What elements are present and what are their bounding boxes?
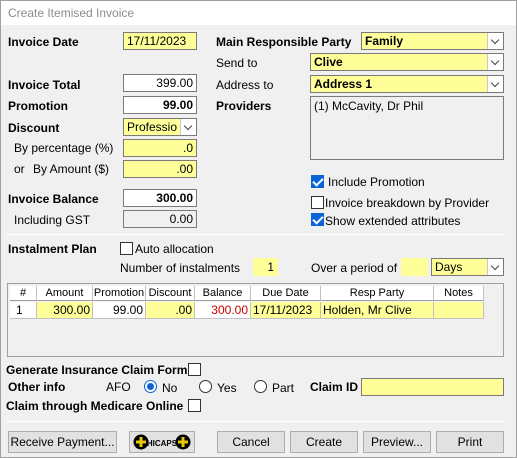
window-title: Create Itemised Invoice (1, 1, 516, 25)
afo-label: AFO (106, 380, 131, 394)
column-header[interactable]: Due Date (251, 286, 321, 301)
by-percentage-field[interactable]: .0 (123, 139, 197, 157)
column-header[interactable]: Notes (434, 286, 484, 301)
by-amount-field[interactable]: .00 (123, 160, 197, 178)
invoice-balance-label: Invoice Balance (8, 192, 99, 206)
by-amount-label: By Amount ($) (33, 162, 110, 176)
providers-list[interactable]: (1) McCavity, Dr Phil (310, 96, 504, 160)
medicare-online-checkbox[interactable] (188, 399, 201, 412)
main-party-value: Family (365, 34, 404, 48)
claim-id-label: Claim ID (310, 380, 359, 394)
promotion-label: Promotion (8, 99, 68, 113)
row-number-cell[interactable]: 1 (10, 302, 37, 319)
list-item[interactable]: (1) McCavity, Dr Phil (314, 99, 500, 113)
afo-part-radio[interactable] (254, 380, 267, 393)
create-button[interactable]: Create (290, 431, 358, 453)
send-to-label: Send to (216, 56, 258, 70)
period-unit-dropdown[interactable]: Days (431, 258, 504, 276)
include-promotion-checkbox[interactable] (311, 175, 324, 188)
period-unit-value: Days (435, 260, 463, 274)
chevron-down-icon[interactable] (487, 54, 503, 70)
breakdown-by-provider-checkbox[interactable] (311, 196, 324, 209)
column-header[interactable]: Balance (195, 286, 251, 301)
instalment-table: # Amount Promotion Discount Balance Due … (7, 283, 504, 357)
afo-no-label: No (162, 381, 178, 395)
period-field[interactable] (401, 258, 428, 276)
hicaps-logo: HICAPS (133, 434, 191, 450)
address-to-dropdown[interactable]: Address 1 (310, 75, 504, 93)
invoice-date-field[interactable]: 17/11/2023 (123, 32, 197, 50)
or-label: or (14, 162, 25, 176)
number-of-instalments-label: Number of instalments (120, 261, 241, 275)
breakdown-by-provider-label: Invoice breakdown by Provider (325, 196, 490, 210)
invoice-date-label: Invoice Date (8, 35, 79, 49)
promotion-cell[interactable]: 99.00 (93, 302, 146, 319)
address-to-value: Address 1 (314, 77, 373, 91)
due-date-cell[interactable]: 17/11/2023 (251, 302, 321, 319)
promotion-field[interactable]: 99.00 (123, 96, 197, 114)
print-button[interactable]: Print (436, 431, 504, 453)
afo-yes-radio[interactable] (199, 380, 212, 393)
main-party-dropdown[interactable]: Family (361, 32, 504, 50)
column-header[interactable]: Promotion (93, 286, 146, 301)
medicare-online-label: Claim through Medicare Online (6, 399, 184, 413)
include-promotion-label: Include Promotion (328, 175, 425, 189)
discount-label: Discount (8, 121, 60, 135)
invoice-balance-field[interactable]: 300.00 (123, 189, 197, 207)
column-header[interactable]: Amount (37, 286, 93, 301)
by-percentage-label: By percentage (%) (14, 141, 114, 155)
auto-allocation-label: Auto allocation (135, 242, 214, 256)
generate-claim-checkbox[interactable] (188, 363, 201, 376)
preview-button[interactable]: Preview... (363, 431, 431, 453)
chevron-down-icon[interactable] (180, 119, 196, 135)
show-extended-label: Show extended attributes (325, 214, 461, 228)
notes-cell[interactable] (434, 302, 484, 319)
main-party-label: Main Responsible Party (216, 35, 352, 49)
providers-label: Providers (216, 99, 272, 113)
discount-value: Professio (127, 120, 178, 134)
chevron-down-icon[interactable] (487, 76, 503, 92)
hicaps-logo-text: HICAPS (147, 439, 178, 448)
chevron-down-icon[interactable] (487, 259, 503, 275)
other-info-label: Other info (8, 380, 66, 394)
afo-yes-label: Yes (217, 381, 237, 395)
generate-claim-label: Generate Insurance Claim Form (6, 363, 188, 377)
send-to-dropdown[interactable]: Clive (310, 53, 504, 71)
divider (6, 421, 506, 422)
claim-id-field[interactable] (361, 378, 504, 396)
divider (6, 234, 506, 235)
receive-payment-button[interactable]: Receive Payment... (8, 431, 117, 453)
create-invoice-window: Create Itemised Invoice Invoice Date 17/… (0, 0, 517, 458)
auto-allocation-checkbox[interactable] (120, 242, 133, 255)
hicaps-button[interactable]: HICAPS (129, 431, 195, 453)
cancel-button[interactable]: Cancel (217, 431, 285, 453)
chevron-down-icon[interactable] (487, 33, 503, 49)
invoice-total-label: Invoice Total (8, 78, 81, 92)
number-of-instalments-field[interactable]: 1 (253, 258, 278, 276)
column-header[interactable]: Resp Party (321, 286, 434, 301)
invoice-total-field[interactable]: 399.00 (123, 74, 197, 92)
balance-cell[interactable]: 300.00 (195, 302, 251, 319)
period-label: Over a period of (311, 261, 398, 275)
address-to-label: Address to (216, 78, 274, 92)
resp-party-cell[interactable]: Holden, Mr Clive (321, 302, 434, 319)
discount-dropdown[interactable]: Professio (123, 118, 197, 136)
including-gst-label: Including GST (14, 213, 91, 227)
discount-cell[interactable]: .00 (146, 302, 195, 319)
show-extended-checkbox[interactable] (311, 213, 324, 226)
instalment-plan-label: Instalment Plan (8, 242, 97, 256)
afo-part-label: Part (272, 381, 295, 395)
send-to-value: Clive (314, 55, 343, 69)
amount-cell[interactable]: 300.00 (37, 302, 93, 319)
including-gst-field: 0.00 (123, 210, 197, 228)
afo-no-radio[interactable] (144, 380, 157, 393)
column-header[interactable]: Discount (146, 286, 195, 301)
column-header[interactable]: # (10, 286, 37, 301)
